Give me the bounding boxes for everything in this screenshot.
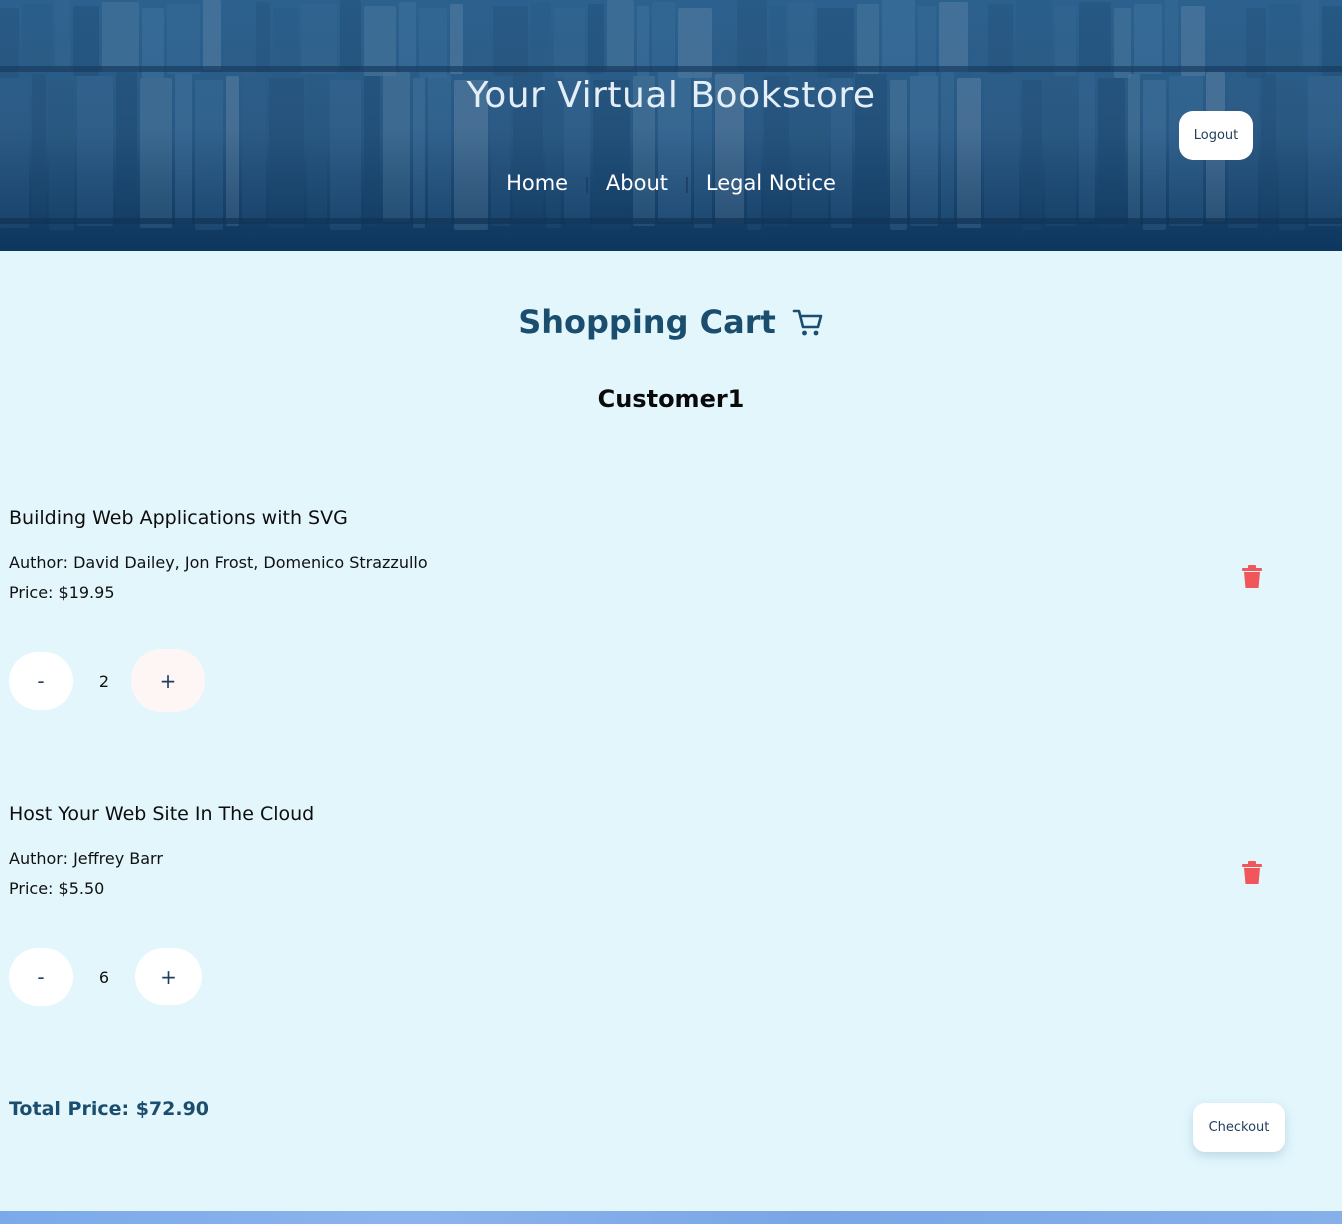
total-price: Total Price: $72.90 <box>9 1098 210 1120</box>
cart-title: Shopping Cart <box>518 303 776 341</box>
book-price: Price: $19.95 <box>9 583 115 602</box>
nav-about[interactable]: About <box>590 171 684 195</box>
decrease-quantity-button[interactable]: - <box>9 948 73 1006</box>
book-title: Host Your Web Site In The Cloud <box>9 803 315 825</box>
site-header: Your Virtual Bookstore Home | About | Le… <box>0 0 1342 251</box>
cart-item: Host Your Web Site In The Cloud Author: … <box>9 803 1309 1043</box>
main-nav: Home | About | Legal Notice <box>0 171 1342 195</box>
trash-icon[interactable] <box>1242 861 1262 885</box>
book-price: Price: $5.50 <box>9 879 105 898</box>
book-title: Building Web Applications with SVG <box>9 507 348 529</box>
cart-heading: Shopping Cart <box>0 303 1342 341</box>
header-overlay <box>0 0 1342 251</box>
decrease-quantity-button[interactable]: - <box>9 652 73 710</box>
cart-icon <box>792 306 824 338</box>
site-title: Your Virtual Bookstore <box>466 75 876 116</box>
increase-quantity-button[interactable]: + <box>131 649 205 712</box>
nav-legal-notice[interactable]: Legal Notice <box>690 171 852 195</box>
quantity-value: 6 <box>98 968 110 987</box>
book-author: Author: David Dailey, Jon Frost, Domenic… <box>9 553 428 572</box>
book-author: Author: Jeffrey Barr <box>9 849 163 868</box>
nav-home[interactable]: Home <box>490 171 584 195</box>
footer-strip <box>0 1211 1342 1224</box>
quantity-value: 2 <box>98 672 110 691</box>
increase-quantity-button[interactable]: + <box>135 948 202 1005</box>
checkout-button[interactable]: Checkout <box>1193 1103 1285 1152</box>
trash-icon[interactable] <box>1242 565 1262 589</box>
logout-button[interactable]: Logout <box>1179 111 1253 160</box>
cart-item: Building Web Applications with SVG Autho… <box>9 507 1309 747</box>
customer-name: Customer1 <box>597 385 745 413</box>
